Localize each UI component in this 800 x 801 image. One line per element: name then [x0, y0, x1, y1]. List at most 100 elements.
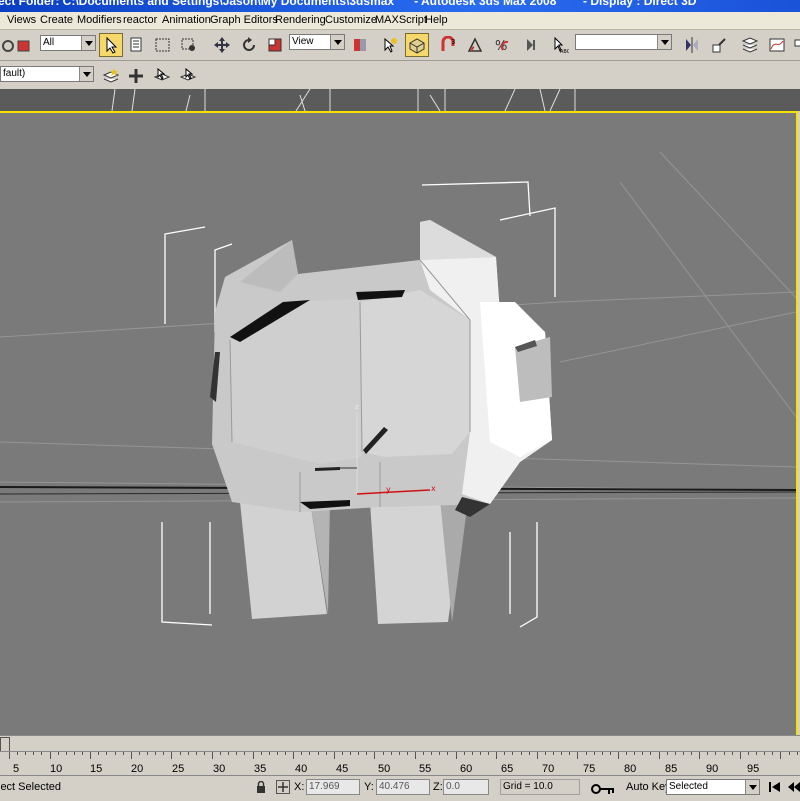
schematic-view-icon[interactable] — [790, 33, 800, 57]
ruler-tick — [325, 752, 327, 755]
menu-rendering[interactable]: Rendering — [275, 14, 326, 26]
ruler-tick — [479, 752, 481, 755]
menu-reactor[interactable]: reactor — [123, 14, 157, 26]
move-icon[interactable] — [210, 33, 234, 57]
ruler-tick — [301, 752, 303, 755]
go-to-start-icon[interactable] — [768, 781, 782, 796]
chevron-down-icon — [330, 35, 344, 49]
top-viewport-strip[interactable] — [0, 88, 800, 112]
ruler-tick — [33, 752, 35, 755]
select-by-name-icon[interactable] — [125, 33, 149, 57]
angle-snap-icon[interactable] — [463, 33, 487, 57]
top-viewport-wireframe — [111, 88, 576, 112]
ruler-tick — [341, 752, 343, 755]
unlink-icon[interactable] — [12, 34, 36, 58]
absolute-mode-icon[interactable] — [276, 780, 290, 794]
ruler-tick — [268, 752, 270, 755]
time-slider[interactable] — [0, 735, 800, 752]
ruler-tick — [366, 752, 368, 755]
time-slider-thumb[interactable] — [0, 737, 10, 752]
ruler-tick — [471, 752, 473, 755]
ruler-tick — [731, 752, 733, 755]
axis-y-label: y — [386, 485, 391, 494]
ruler-label: 35 — [254, 763, 267, 775]
ruler-tick — [488, 752, 490, 755]
edit-named-selection-icon[interactable]: ABC — [548, 33, 572, 57]
ruler-tick — [122, 752, 124, 755]
layer-dropdown[interactable]: fault) — [0, 66, 94, 82]
set-key-icon[interactable] — [590, 781, 616, 800]
chevron-down-icon — [657, 35, 671, 49]
curve-editor-icon[interactable] — [765, 33, 789, 57]
key-filter-dropdown[interactable]: Selected — [666, 779, 760, 795]
lock-icon[interactable] — [256, 780, 266, 796]
x-coordinate-field[interactable]: 17.969 — [306, 779, 360, 795]
grid-spacing-value: Grid = 10.0 — [503, 781, 553, 792]
scale-icon[interactable] — [263, 33, 287, 57]
selection-filter-dropdown[interactable]: All — [40, 35, 96, 51]
x-label: X: — [294, 781, 305, 793]
track-bar[interactable]: 5 10 15 20 25 30 35 40 45 50 55 60 65 70… — [0, 751, 800, 776]
window-crossing-icon[interactable] — [177, 33, 201, 57]
set-current-layer-icon[interactable] — [176, 64, 200, 88]
ruler-tick — [723, 752, 725, 755]
select-manipulate-icon[interactable] — [378, 33, 402, 57]
align-icon[interactable] — [707, 33, 731, 57]
ruler-tick — [447, 752, 449, 755]
reference-coord-dropdown[interactable]: View — [289, 34, 345, 50]
perspective-viewport[interactable]: z y x — [0, 111, 798, 737]
svg-text:3: 3 — [451, 38, 455, 46]
ruler-label: 55 — [419, 763, 432, 775]
menu-graph-editors[interactable]: Graph Editors — [210, 14, 278, 26]
select-object-icon[interactable] — [99, 33, 123, 57]
ruler-label: 15 — [90, 763, 103, 775]
status-bar: ject Selected X: 17.969 Y: 40.476 Z: 0.0… — [0, 775, 800, 801]
ruler-tick — [512, 752, 514, 755]
ruler-tick — [747, 752, 749, 755]
selection-status: ject Selected — [0, 781, 61, 793]
ruler-tick — [634, 752, 636, 755]
ruler-tick — [423, 752, 425, 755]
layer-manager-icon[interactable] — [738, 33, 762, 57]
x-coordinate-value: 17.969 — [309, 781, 340, 792]
mirror-icon[interactable] — [680, 33, 704, 57]
menu-modifiers[interactable]: Modifiers — [77, 14, 122, 26]
keyboard-shortcut-toggle-icon[interactable] — [405, 33, 429, 57]
ruler-tick — [674, 752, 676, 755]
menu-views[interactable]: Views — [7, 14, 36, 26]
ruler-tick — [544, 752, 546, 755]
menu-customize[interactable]: Customize — [325, 14, 377, 26]
select-in-layer-icon[interactable] — [150, 64, 174, 88]
ruler-tick — [650, 752, 652, 755]
menu-maxscript[interactable]: MAXScript — [375, 14, 427, 26]
create-layer-icon[interactable] — [99, 64, 123, 88]
named-selection-dropdown[interactable] — [575, 34, 672, 50]
ruler-label: 65 — [501, 763, 514, 775]
ruler-tick — [252, 752, 254, 759]
chevron-down-icon — [745, 780, 759, 794]
ruler-tick — [569, 752, 571, 755]
rectangular-selection-icon[interactable] — [151, 33, 175, 57]
rotate-icon[interactable] — [237, 33, 261, 57]
ruler-tick — [780, 752, 782, 759]
ruler-tick — [285, 752, 287, 755]
pivot-center-icon[interactable] — [348, 33, 372, 57]
ruler-tick — [553, 752, 555, 755]
y-coordinate-field[interactable]: 40.476 — [376, 779, 430, 795]
ruler-label: 70 — [542, 763, 555, 775]
spinner-snap-icon[interactable] — [518, 33, 542, 57]
menu-help[interactable]: Help — [425, 14, 448, 26]
menu-animation[interactable]: Animation — [162, 14, 211, 26]
ruler-tick — [536, 752, 538, 759]
ruler-tick — [82, 752, 84, 755]
ruler-tick — [155, 752, 157, 755]
snaps-toggle-icon[interactable]: 3 — [436, 33, 460, 57]
z-coordinate-field[interactable]: 0.0 — [443, 779, 489, 795]
ruler-tick — [244, 752, 246, 755]
ruler-tick — [415, 752, 416, 759]
menu-create[interactable]: Create — [40, 14, 73, 26]
auto-key-button[interactable]: Auto Key — [626, 781, 671, 793]
percent-snap-icon[interactable]: % — [490, 33, 514, 57]
add-to-layer-icon[interactable] — [124, 64, 148, 88]
previous-frame-icon[interactable] — [786, 781, 800, 796]
